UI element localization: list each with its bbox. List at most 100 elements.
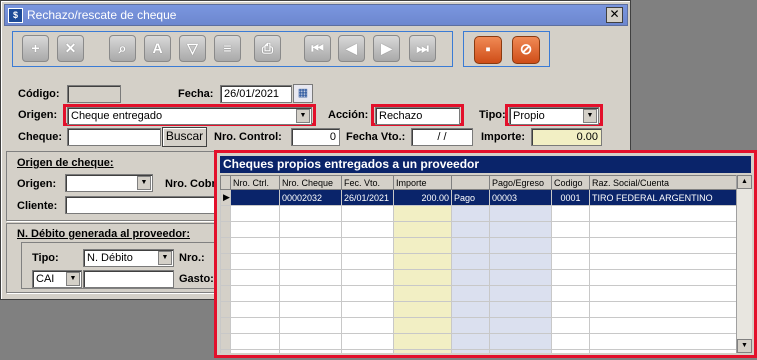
origen-select[interactable]: Cheque entregado ▼ (67, 107, 312, 125)
col-header-codigo[interactable]: Codigo (551, 175, 590, 190)
table-cell[interactable] (393, 253, 452, 270)
table-cell[interactable] (220, 301, 231, 318)
col-header-nro-cheque[interactable]: Nro. Cheque (279, 175, 342, 190)
chevron-down-icon[interactable]: ▼ (137, 176, 151, 190)
filter-icon[interactable]: ▽ (179, 35, 206, 62)
cai-field[interactable] (83, 270, 174, 288)
table-cell[interactable] (589, 285, 736, 302)
search-icon[interactable]: ⌕ (109, 35, 136, 62)
cell-tipo[interactable]: Pago (451, 189, 490, 206)
table-cell[interactable] (393, 205, 452, 222)
table-cell[interactable] (489, 333, 552, 350)
cancel-icon[interactable]: ⊘ (512, 36, 540, 64)
table-cell[interactable] (451, 269, 490, 286)
scroll-down-icon[interactable]: ▼ (737, 339, 752, 353)
col-header-nro-ctrl[interactable]: Nro. Ctrl. (230, 175, 280, 190)
table-cell[interactable] (220, 333, 231, 350)
table-cell[interactable] (279, 221, 342, 238)
table-cell[interactable] (341, 333, 394, 350)
accion-select[interactable]: Rechazo (375, 107, 460, 125)
table-cell[interactable] (393, 269, 452, 286)
importe-field[interactable]: 0.00 (531, 128, 602, 146)
table-cell[interactable] (220, 269, 231, 286)
document-icon[interactable]: ≡ (214, 35, 241, 62)
table-row[interactable] (220, 317, 736, 334)
table-cell[interactable] (279, 317, 342, 334)
table-row[interactable] (220, 237, 736, 254)
table-cell[interactable] (230, 221, 280, 238)
col-header-fec-vto[interactable]: Fec. Vto. (341, 175, 394, 190)
table-row[interactable] (220, 349, 736, 353)
cai-select[interactable]: CAI ▼ (32, 270, 82, 288)
debito-tipo-select[interactable]: N. Débito ▼ (83, 249, 174, 267)
calendar-icon[interactable]: ▦ (293, 84, 313, 103)
table-cell[interactable] (220, 253, 231, 270)
table-cell[interactable] (393, 317, 452, 334)
col-header-importe[interactable]: Importe (393, 175, 452, 190)
table-cell[interactable] (393, 301, 452, 318)
table-cell[interactable] (341, 221, 394, 238)
cell-codigo[interactable]: 0001 (551, 189, 590, 206)
table-cell[interactable] (230, 269, 280, 286)
cell-nro-ctrl[interactable] (230, 189, 280, 206)
table-cell[interactable] (451, 253, 490, 270)
cheque-field[interactable] (67, 128, 161, 146)
table-cell[interactable] (589, 253, 736, 270)
table-cell[interactable] (341, 269, 394, 286)
table-cell[interactable] (489, 221, 552, 238)
table-cell[interactable] (451, 205, 490, 222)
close-button[interactable]: ✕ (606, 7, 623, 23)
table-cell[interactable] (551, 253, 590, 270)
cell-nro-cheque[interactable]: 00002032 (279, 189, 342, 206)
table-cell[interactable] (451, 285, 490, 302)
origen-cheque-select[interactable]: ▼ (65, 174, 153, 192)
table-row[interactable] (220, 333, 736, 350)
table-cell[interactable] (279, 285, 342, 302)
table-cell[interactable] (589, 205, 736, 222)
table-cell[interactable] (230, 205, 280, 222)
col-header-razon-social[interactable]: Raz. Social/Cuenta (589, 175, 736, 190)
chevron-down-icon[interactable]: ▼ (66, 272, 80, 286)
sort-icon[interactable]: A (144, 35, 171, 62)
nro-control-field[interactable]: 0 (291, 128, 340, 146)
table-cell[interactable] (551, 317, 590, 334)
table-cell[interactable] (230, 253, 280, 270)
table-cell[interactable] (230, 285, 280, 302)
col-header-tipo[interactable] (451, 175, 490, 190)
table-cell[interactable] (220, 285, 231, 302)
cell-razon-social[interactable]: TIRO FEDERAL ARGENTINO (589, 189, 736, 206)
table-cell[interactable] (589, 349, 736, 353)
chevron-down-icon[interactable]: ▼ (296, 109, 310, 123)
table-row[interactable]: ▶ 00002032 26/01/2021 200.00 Pago 00003 … (220, 189, 736, 206)
table-cell[interactable] (220, 237, 231, 254)
table-cell[interactable] (279, 333, 342, 350)
table-cell[interactable] (393, 349, 452, 353)
table-cell[interactable] (451, 237, 490, 254)
grid-scrollbar[interactable]: ▲ ▼ (736, 175, 752, 353)
cell-fec-vto[interactable]: 26/01/2021 (341, 189, 394, 206)
table-cell[interactable] (230, 317, 280, 334)
table-cell[interactable] (451, 349, 490, 353)
table-cell[interactable] (489, 253, 552, 270)
table-cell[interactable] (489, 269, 552, 286)
cliente-field[interactable] (65, 196, 217, 214)
col-header-pago-egreso[interactable]: Pago/Egreso (489, 175, 552, 190)
table-cell[interactable] (393, 221, 452, 238)
table-row[interactable] (220, 253, 736, 270)
table-cell[interactable] (451, 301, 490, 318)
delete-icon[interactable]: ✕ (57, 35, 84, 62)
table-cell[interactable] (341, 253, 394, 270)
table-cell[interactable] (341, 205, 394, 222)
table-cell[interactable] (220, 205, 231, 222)
table-cell[interactable] (551, 269, 590, 286)
table-cell[interactable] (551, 285, 590, 302)
table-cell[interactable] (279, 237, 342, 254)
table-cell[interactable] (220, 317, 231, 334)
table-cell[interactable] (589, 269, 736, 286)
table-cell[interactable] (551, 205, 590, 222)
add-icon[interactable]: + (22, 35, 49, 62)
table-cell[interactable] (279, 349, 342, 353)
table-cell[interactable] (551, 333, 590, 350)
table-cell[interactable] (230, 333, 280, 350)
table-cell[interactable] (220, 221, 231, 238)
